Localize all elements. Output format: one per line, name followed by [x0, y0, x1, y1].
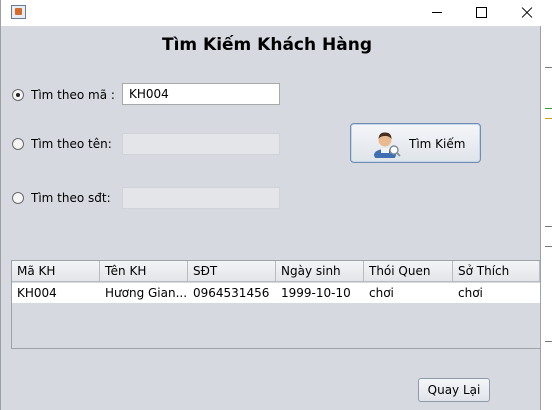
background-window-edge: [545, 108, 552, 109]
customer-phone-input[interactable]: [122, 187, 280, 209]
table-row[interactable]: KH004 Hương Gian... 0964531456 1999-10-1…: [12, 283, 540, 303]
search-button[interactable]: Tìm Kiếm: [350, 123, 481, 163]
page-title: Tìm Kiếm Khách Hàng: [161, 35, 373, 55]
table-cell: 1999-10-10: [281, 286, 351, 300]
customer-name-input[interactable]: [122, 133, 280, 155]
label-search-by-name: Tìm theo tên:: [31, 137, 112, 151]
table-cell: KH004: [17, 286, 57, 300]
background-window-edge: [545, 226, 552, 227]
results-table[interactable]: Mã KH Tên KH SĐT Ngày sinh Thói Quen Sở …: [11, 260, 541, 349]
table-cell: chơi: [369, 286, 394, 300]
column-header[interactable]: Ngày sinh: [276, 261, 364, 282]
table-cell: 0964531456: [193, 286, 270, 300]
radio-search-by-name[interactable]: [12, 138, 24, 150]
radio-search-by-id[interactable]: [12, 89, 24, 101]
radio-search-by-phone[interactable]: [12, 192, 24, 204]
label-search-by-phone: Tìm theo sđt:: [31, 191, 111, 205]
maximize-icon[interactable]: [457, 0, 503, 26]
user-search-icon: [374, 132, 401, 158]
column-header[interactable]: Tên KH: [100, 261, 188, 282]
label-search-by-id: Tìm theo mã :: [31, 88, 115, 102]
background-window-edge: [545, 246, 552, 247]
background-window-edge: [545, 118, 552, 119]
customer-search-window: Tìm Kiếm Khách Hàng Tìm theo mã : Tìm th…: [0, 0, 541, 410]
search-button-label: Tìm Kiếm: [409, 137, 466, 151]
table-header: Mã KH Tên KH SĐT Ngày sinh Thói Quen Sở …: [12, 261, 540, 283]
table-cell: Hương Gian...: [105, 286, 188, 300]
column-header[interactable]: Mã KH: [12, 261, 100, 282]
background-window-edge: [545, 67, 552, 68]
minimize-icon[interactable]: [411, 0, 457, 26]
column-header[interactable]: Sở Thích: [453, 261, 540, 282]
title-bar: [1, 0, 541, 26]
column-header[interactable]: Thói Quen: [364, 261, 453, 282]
table-cell: chơi: [458, 286, 483, 300]
background-window-edge: [545, 341, 552, 342]
column-header[interactable]: SĐT: [188, 261, 276, 282]
back-button[interactable]: Quay Lại: [418, 378, 490, 402]
java-app-icon: [11, 5, 26, 19]
customer-id-input[interactable]: [122, 83, 280, 105]
background-window-edge: [541, 0, 552, 410]
